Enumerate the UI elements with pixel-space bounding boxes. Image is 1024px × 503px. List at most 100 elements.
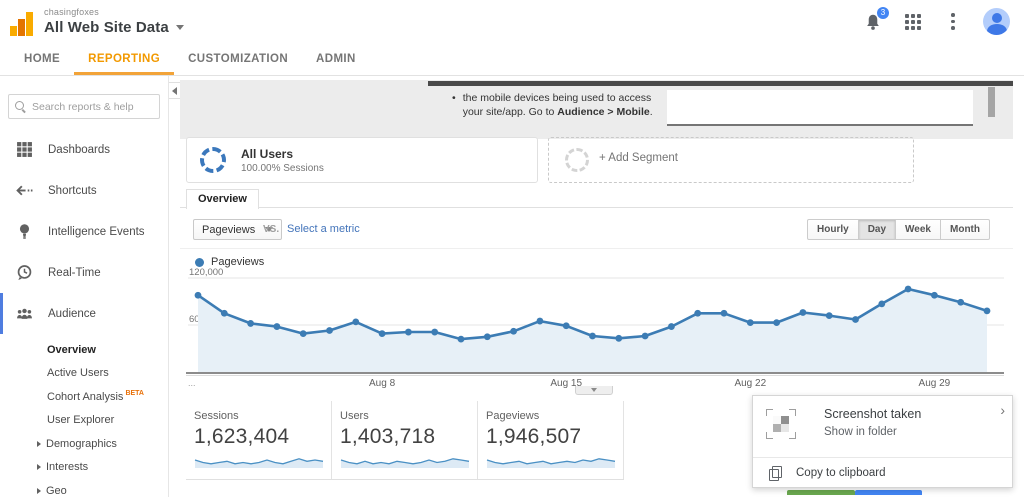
kebab-menu-icon[interactable] [943,12,963,32]
sidebar-subitem-demographics[interactable]: Demographics [0,432,168,456]
avatar[interactable] [983,8,1010,35]
search-icon [15,101,26,112]
granularity-week[interactable]: Week [896,219,941,240]
expand-caret-icon [37,488,41,494]
svg-text:Aug 8: Aug 8 [369,378,396,389]
account-block: chasingfoxes All Web Site Data [44,7,184,36]
shortcuts-icon [16,182,33,199]
vs-label: VS. [263,224,279,235]
cutoff-blue-bar [855,490,922,495]
pageviews-area-chart: 60,000120,000Aug 8Aug 15Aug 22Aug 29... [186,265,1008,391]
select-metric-link[interactable]: Select a metric [287,223,360,235]
sidebar-subitem-user-explorer[interactable]: User Explorer [0,409,168,433]
sidebar-items: Dashboards Shortcuts Intelligence Events Re… [0,129,168,334]
expand-caret-icon [37,441,41,447]
sparkline [194,453,324,469]
expand-caret-icon [37,464,41,470]
toast-title: Screenshot taken [824,407,921,421]
beta-badge: BETA [125,390,144,397]
granularity-hourly[interactable]: Hourly [807,219,859,240]
sparkline [340,453,470,469]
toolbar-separator [180,248,1013,249]
granularity-buttons: HourlyDayWeekMonth [807,219,990,240]
sidebar-item-shortcuts[interactable]: Shortcuts [0,170,168,211]
toast-expand-chevron-icon[interactable]: › [1000,403,1005,417]
apps-grid-glyph [905,14,921,30]
search-input[interactable]: Search reports & help [8,94,160,119]
summary-card-label: Users [340,410,469,422]
sidebar-item-audience[interactable]: Audience [0,293,168,334]
nav-tab-home[interactable]: HOME [10,47,74,75]
pageviews-chart[interactable]: 60,000120,000Aug 8Aug 15Aug 22Aug 29... [186,265,1008,391]
logo-bar [18,19,25,36]
app-header: chasingfoxes All Web Site Data 3 HOMEREP… [0,0,1024,76]
sidebar-subitem-label: Active Users [47,367,109,379]
chevron-down-icon [176,25,184,30]
intelligence-icon [16,223,33,240]
logo-bar [26,12,33,36]
notifications-bell-icon[interactable]: 3 [863,12,883,32]
copy-label: Copy to clipboard [796,467,886,479]
summary-card-label: Sessions [194,410,323,422]
kebab-glyph [951,13,955,30]
chevron-down-icon [591,388,597,392]
banner-bullet-text: • the mobile devices being used to acces… [452,91,657,120]
sidebar-item-label: Intelligence Events [48,226,145,238]
summary-card-value: 1,403,718 [340,425,469,449]
svg-text:...: ... [188,378,196,388]
property-selector[interactable]: All Web Site Data [44,19,184,36]
nav-tab-customization[interactable]: CUSTOMIZATION [174,47,302,75]
sidebar-subitem-label: Demographics [46,438,117,450]
summary-card-sessions[interactable]: Sessions 1,623,404 [186,401,332,479]
add-segment-button[interactable]: + Add Segment [548,137,914,183]
sidebar-subitem-active-users[interactable]: Active Users [0,362,168,386]
sidebar-subitem-geo[interactable]: Geo [0,479,168,503]
sidebar-item-label: Shortcuts [48,185,97,197]
add-segment-ring-icon [565,148,589,172]
analytics-logo-icon[interactable] [10,10,36,36]
account-name: chasingfoxes [44,7,184,17]
nav-tab-reporting[interactable]: REPORTING [74,47,174,75]
summary-card-users[interactable]: Users 1,403,718 [332,401,478,479]
sidebar-subitem-label: User Explorer [47,414,114,426]
bullet-body: the mobile devices being used to access … [463,91,657,120]
primary-nav: HOMEREPORTINGCUSTOMIZATIONADMIN [10,47,370,75]
sidebar-subitem-overview[interactable]: Overview [0,338,168,362]
tab-overview[interactable]: Overview [186,189,259,209]
segment-all-users[interactable]: All Users 100.00% Sessions [186,137,538,183]
screenshot-thumbnail-icon [766,409,796,439]
summary-card-value: 1,946,507 [486,425,615,449]
nav-tab-admin[interactable]: ADMIN [302,47,370,75]
sidebar-subitem-label: Geo [46,485,67,497]
scrollbar-thumb[interactable] [988,87,995,117]
granularity-day[interactable]: Day [859,219,896,240]
sparkline [486,453,616,469]
logo-bar [10,26,17,36]
show-in-folder-link[interactable]: Show in folder [824,426,897,438]
notification-badge: 3 [877,7,889,19]
apps-grid-icon[interactable] [903,12,923,32]
chart-collapse-button[interactable] [575,386,613,395]
sidebar-item-dashboards[interactable]: Dashboards [0,129,168,170]
metric-dropdown-label: Pageviews [202,224,255,236]
collapse-arrow-icon [172,87,177,95]
intro-banner: • the mobile devices being used to acces… [180,80,1013,139]
granularity-month[interactable]: Month [941,219,990,240]
segment-label: All Users [241,147,293,161]
add-segment-label: + Add Segment [599,152,678,164]
summary-cards: Sessions 1,623,404 Users 1,403,718 Pageviews… [186,401,624,480]
sidebar-subitem-interests[interactable]: Interests [0,456,168,480]
sidebar-item-intelligence-events[interactable]: Intelligence Events [0,211,168,252]
banner-input-box[interactable] [667,90,973,126]
sidebar-item-label: Real-Time [48,267,101,279]
sidebar-subitem-cohort-analysis[interactable]: Cohort AnalysisBETA [0,385,168,409]
screenshot-toast: Screenshot taken Show in folder › Copy t… [752,395,1013,488]
sidebar-subitem-label: Cohort Analysis [47,391,123,403]
sidebar-item-real-time[interactable]: Real-Time [0,252,168,293]
summary-card-pageviews[interactable]: Pageviews1,946,507 [478,401,624,479]
summary-card-value: 1,623,404 [194,425,323,449]
avatar-head [992,13,1002,23]
avatar-body [987,24,1007,35]
copy-to-clipboard-button[interactable]: Copy to clipboard [753,458,1012,487]
sidebar-subitem-label: Overview [47,344,96,356]
